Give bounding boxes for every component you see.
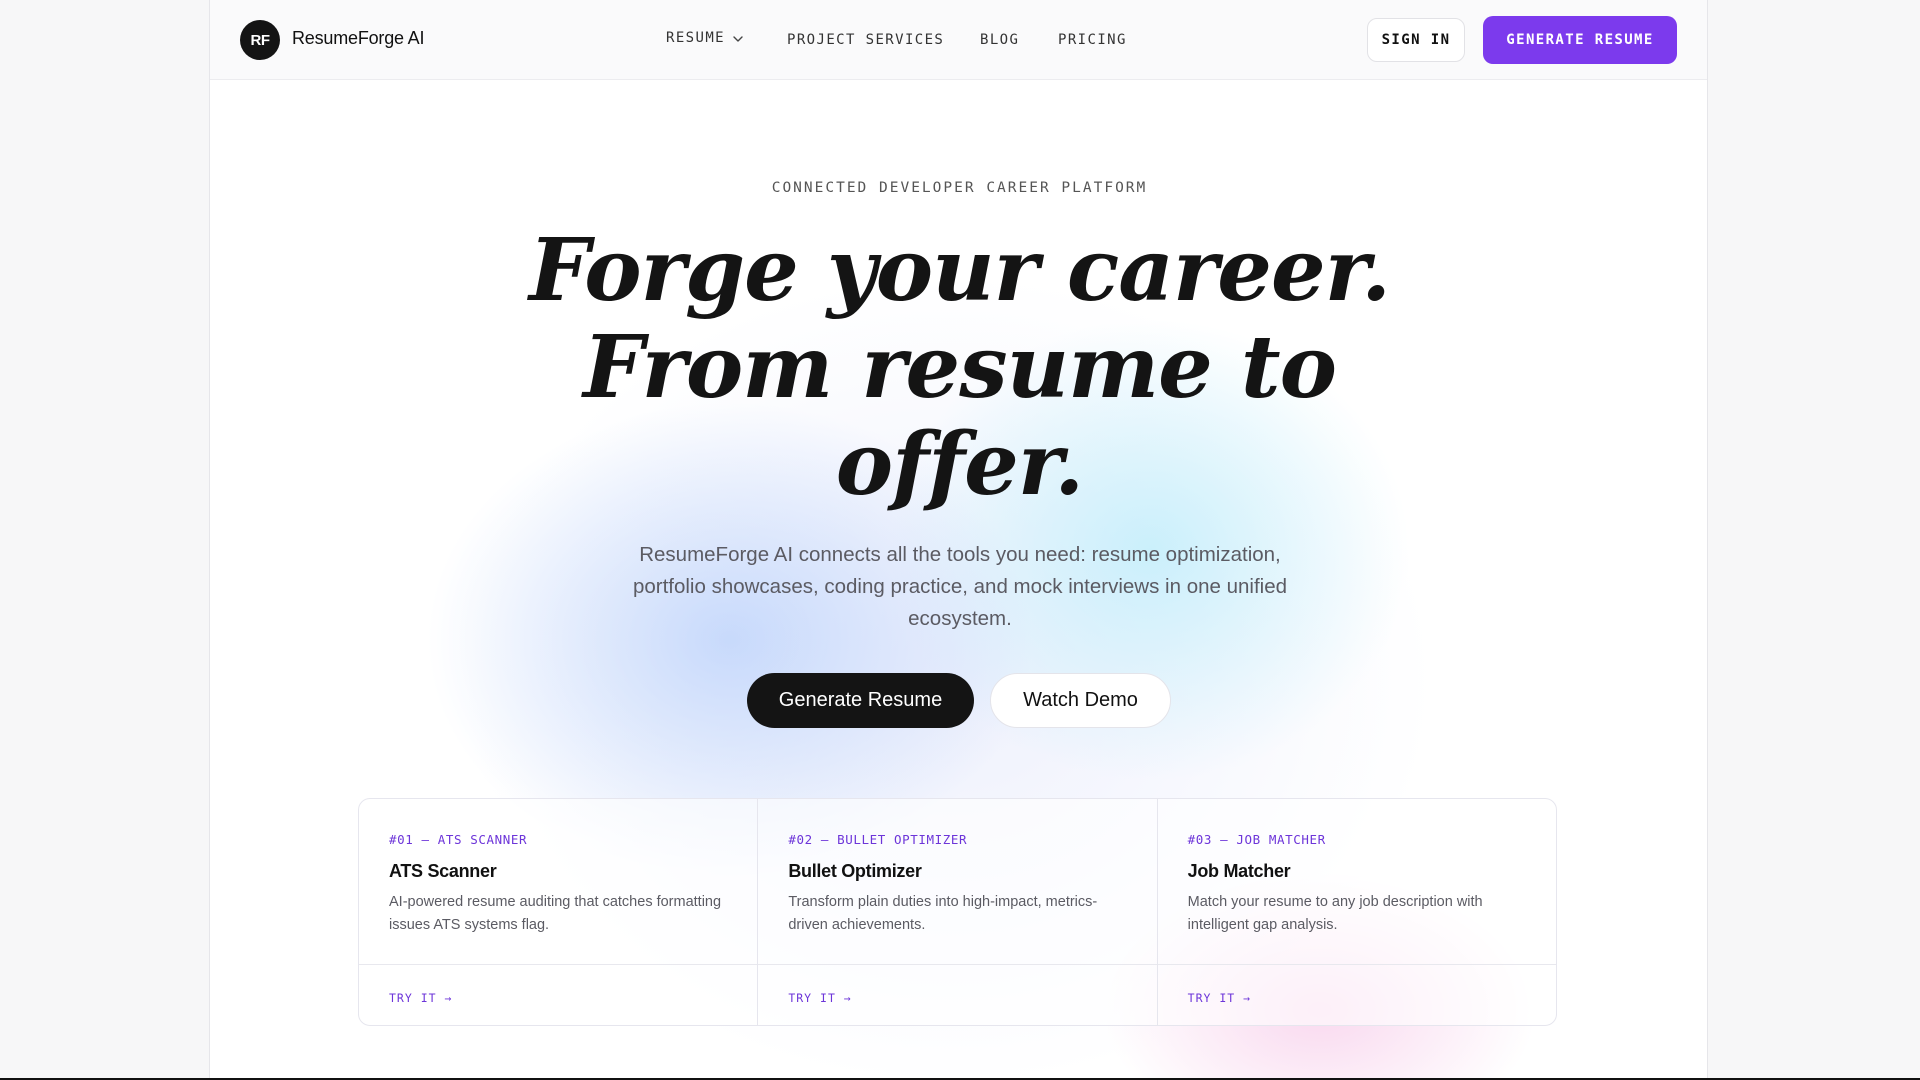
- page-frame: RF ResumeForge AI RESUME PROJECT SERVICE…: [209, 0, 1708, 1080]
- card-description: AI-powered resume auditing that catches …: [389, 894, 722, 933]
- generate-resume-button[interactable]: Generate Resume: [747, 673, 974, 728]
- feature-card-job-matcher[interactable]: #03 — JOB MATCHER Job Matcher Match your…: [1157, 799, 1556, 1025]
- card-title: Job Matcher: [1187, 861, 1291, 881]
- headline-line-3: offer.: [835, 414, 1084, 515]
- watch-demo-button[interactable]: Watch Demo: [990, 673, 1171, 728]
- card-divider: [1157, 964, 1556, 965]
- try-it-link[interactable]: TRY IT →: [788, 991, 851, 1005]
- try-it-link[interactable]: TRY IT →: [389, 991, 452, 1005]
- generate-resume-header-button[interactable]: GENERATE RESUME: [1483, 16, 1677, 64]
- headline-line-2: From resume to: [583, 317, 1337, 418]
- top-navigation-bar: RF ResumeForge AI RESUME PROJECT SERVICE…: [210, 0, 1707, 80]
- card-divider: [758, 964, 1157, 965]
- sign-in-button[interactable]: SIGN IN: [1367, 18, 1465, 62]
- feature-cards: #01 — ATS SCANNER ATS Scanner AI-powered…: [358, 798, 1557, 1026]
- card-title: Bullet Optimizer: [788, 861, 922, 881]
- card-tag: #02 — BULLET OPTIMIZER: [788, 832, 968, 847]
- chevron-down-icon[interactable]: [732, 33, 744, 45]
- nav-item-pricing[interactable]: PRICING: [1058, 32, 1127, 48]
- nav-item-resume[interactable]: RESUME: [666, 30, 725, 46]
- card-tag: #01 — ATS SCANNER: [389, 832, 528, 847]
- card-description: Transform plain duties into high-impact,…: [788, 894, 1098, 933]
- headline-line-1: Forge your career.: [528, 220, 1391, 321]
- card-title: ATS Scanner: [389, 861, 497, 881]
- card-tag: #03 — JOB MATCHER: [1187, 832, 1326, 847]
- logo-badge[interactable]: RF: [240, 20, 280, 60]
- nav-item-project-services[interactable]: PROJECT SERVICES: [787, 32, 944, 48]
- feature-card-ats-scanner[interactable]: #01 — ATS SCANNER ATS Scanner AI-powered…: [359, 799, 759, 1025]
- hero-subheading: ResumeForge AI connects all the tools yo…: [632, 543, 1288, 630]
- card-divider: [359, 964, 758, 965]
- feature-card-bullet-optimizer[interactable]: #02 — BULLET OPTIMIZER Bullet Optimizer …: [758, 799, 1158, 1025]
- nav-item-blog[interactable]: BLOG: [980, 32, 1019, 48]
- hero-headline: Forge your career. From resume to offer.: [210, 220, 1707, 515]
- brand-name[interactable]: ResumeForge AI: [292, 28, 424, 49]
- try-it-link[interactable]: TRY IT →: [1188, 991, 1251, 1005]
- card-description: Match your resume to any job description…: [1187, 894, 1483, 933]
- hero-eyebrow: CONNECTED DEVELOPER CAREER PLATFORM: [771, 180, 1148, 196]
